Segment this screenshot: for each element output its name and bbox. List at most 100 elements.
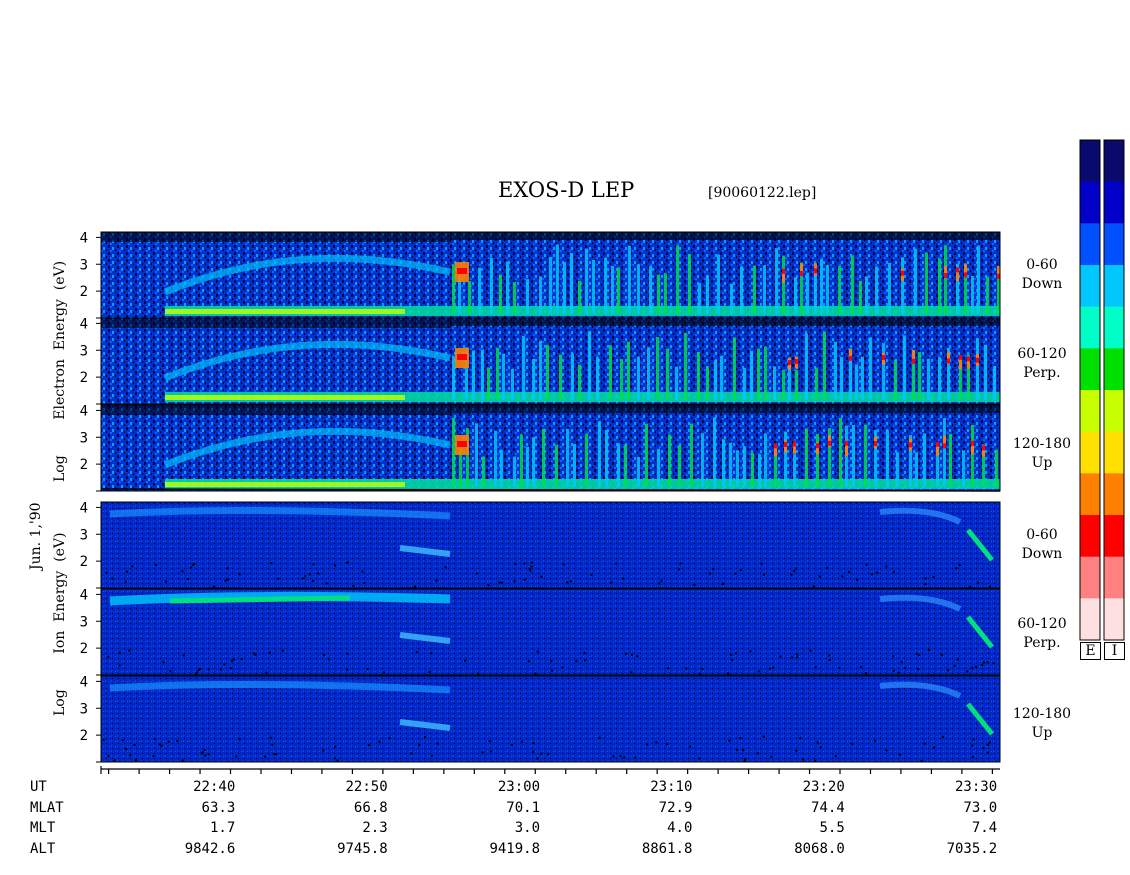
electron-ylabel: Log Electron Energy (eV) (52, 261, 68, 482)
y-tick-label: 4 (80, 230, 88, 246)
colorbar-segment (1104, 306, 1124, 349)
colorbar-segment (1080, 556, 1100, 599)
panel-label: 0-60 Down (1002, 526, 1082, 564)
colorbar-e (1079, 139, 1101, 641)
colorbar-segment (1080, 140, 1100, 183)
electron-ylabel-energy: Energy (52, 299, 68, 351)
electron-panel-1 (100, 317, 1001, 405)
orbit-value: 9842.6 (184, 841, 236, 857)
orbit-value: 22:50 (345, 779, 388, 795)
orbit-value: 73.0 (963, 800, 998, 816)
y-tick-label: 3 (80, 430, 88, 446)
electron-ylabel-unit: (eV) (52, 260, 68, 291)
colorbar-segment (1104, 515, 1124, 558)
orbit-value: 3.0 (514, 820, 541, 836)
panel-label: 0-60 Down (1002, 256, 1082, 294)
pitch-angle-label: 0-60 (1026, 527, 1058, 543)
direction-label: Up (1031, 725, 1053, 741)
y-tick-label: 4 (80, 587, 88, 603)
orbit-value: 74.4 (811, 800, 845, 816)
colorbar-label-i: I (1104, 642, 1125, 660)
y-tick-label: 2 (80, 554, 88, 570)
colorbar-segment (1104, 431, 1124, 474)
panel-label: 60-120 Perp. (1002, 345, 1082, 383)
orbit-value: 72.9 (658, 800, 693, 816)
orbit-value: 70.1 (506, 800, 541, 816)
orbit-value: 22:40 (193, 779, 236, 795)
ion-ylabel-energy: Energy (52, 570, 68, 622)
colorbar-segment (1104, 473, 1124, 516)
direction-label: Perp. (1023, 365, 1061, 381)
orbit-value: 8068.0 (794, 841, 845, 857)
orbit-value: 9745.8 (337, 841, 388, 857)
colorbar-segment (1104, 223, 1124, 266)
y-tick-label: 3 (80, 527, 88, 543)
y-tick-label: 3 (80, 614, 88, 630)
pitch-angle-label: 60-120 (1017, 346, 1067, 362)
ion-ylabel-log: Log (52, 689, 68, 716)
colorbar-segment (1080, 473, 1100, 516)
colorbar-segment (1104, 265, 1124, 308)
pitch-angle-label: 120-180 (1012, 436, 1072, 452)
pitch-angle-label: 120-180 (1012, 706, 1072, 722)
orbit-value: 9419.8 (489, 841, 541, 857)
y-tick-label: 4 (80, 500, 88, 516)
y-tick-label: 4 (80, 316, 88, 332)
orbit-row-name: MLT (30, 820, 56, 836)
orbit-value: 7.4 (971, 820, 998, 836)
orbit-value: 5.5 (819, 820, 845, 836)
colorbar-segment (1080, 598, 1100, 641)
y-tick-label: 2 (80, 728, 88, 744)
y-tick-label: 2 (80, 284, 88, 300)
electron-panel-0 (100, 231, 1001, 319)
colorbar-segment (1080, 181, 1100, 224)
spectrogram-plot: 2 3 4 2 3 4 2 3 4 2 3 4 2 3 4 2 3 4 (80, 230, 1001, 774)
ion-ylabel-unit: (eV) (52, 532, 68, 562)
y-tick-label: 3 (80, 257, 88, 273)
ion-ylabel: Log Ion Energy (eV) (52, 532, 68, 716)
orbit-value: 7035.2 (946, 841, 998, 857)
colorbar-i (1103, 139, 1125, 641)
pitch-angle-label: 0-60 (1026, 257, 1058, 273)
direction-label: Down (1021, 276, 1063, 292)
colorbar-label-e: E (1080, 642, 1101, 660)
orbit-row-name: ALT (30, 841, 56, 857)
electron-panel-2 (100, 404, 1001, 492)
orbit-value: 8861.8 (641, 841, 693, 857)
y-tick-label: 4 (80, 674, 88, 690)
orbit-value: 1.7 (209, 820, 236, 836)
orbit-value: 63.3 (201, 800, 236, 816)
ion-panel-1 (100, 588, 1001, 676)
colorbar-segment (1080, 223, 1100, 266)
orbit-value: 23:30 (954, 779, 998, 795)
colorbar-segment (1080, 431, 1100, 474)
colorbar-segment (1080, 348, 1100, 391)
orbit-value: 4.0 (667, 820, 693, 836)
y-tick-label: 2 (80, 641, 88, 657)
direction-label: Perp. (1023, 635, 1061, 651)
y-tick-label: 3 (80, 343, 88, 359)
panel-label: 120-180 Up (1002, 435, 1082, 473)
ion-panel-0 (100, 501, 1001, 589)
colorbar-segment (1080, 265, 1100, 308)
colorbar-segment (1104, 181, 1124, 224)
ion-ylabel-species: Ion (52, 630, 68, 654)
pitch-angle-label: 60-120 (1017, 616, 1067, 632)
colorbar-segment (1104, 390, 1124, 433)
colorbar-segment (1080, 390, 1100, 433)
colorbar-segment (1104, 140, 1124, 183)
date-label: Jun. 1,'90 (28, 502, 44, 570)
direction-label: Up (1031, 455, 1053, 471)
colorbar-segment (1104, 598, 1124, 641)
orbit-value: 23:00 (497, 779, 541, 795)
colorbar-segment (1104, 556, 1124, 599)
orbit-value: 66.8 (353, 800, 388, 816)
y-tick-label: 3 (80, 701, 88, 717)
y-tick-label: 2 (80, 457, 88, 473)
y-tick-label: 4 (80, 403, 88, 419)
ion-panel-2 (100, 675, 1001, 763)
orbit-value: 23:20 (802, 779, 845, 795)
colorbar-segment (1080, 515, 1100, 558)
y-tick-label: 2 (80, 370, 88, 386)
orbit-value: 23:10 (650, 779, 693, 795)
